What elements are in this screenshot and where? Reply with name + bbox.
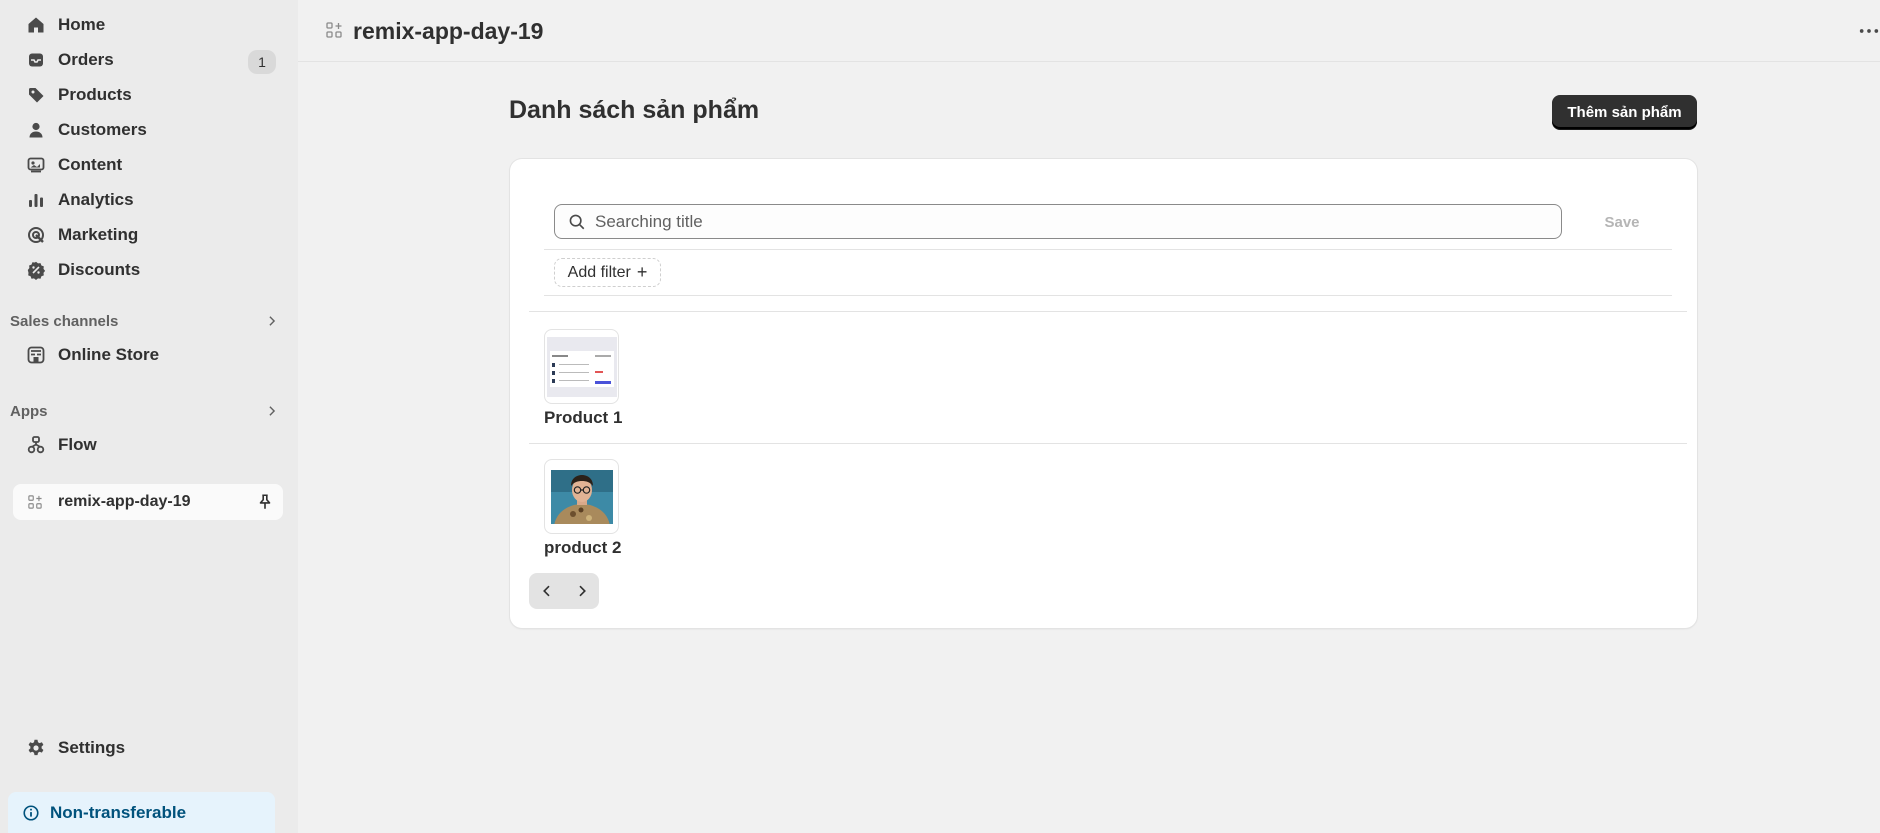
apps-heading[interactable]: Apps (10, 399, 286, 423)
store-icon (24, 343, 48, 367)
orders-count-badge: 1 (248, 50, 276, 74)
bar-chart-icon (24, 188, 48, 212)
plus-icon: + (636, 262, 648, 282)
chevron-right-icon (262, 311, 282, 331)
sidebar-item-home[interactable]: Home (12, 8, 282, 42)
discount-icon (24, 258, 48, 282)
sidebar-item-label: Discounts (58, 260, 141, 279)
divider (529, 443, 1687, 444)
sales-channels-heading[interactable]: Sales channels (10, 309, 286, 333)
product-name: product 2 (544, 538, 622, 557)
list-item[interactable]: Product 1 (544, 329, 622, 428)
apps-label: Apps (10, 402, 48, 420)
pagination (529, 573, 599, 609)
sidebar-item-products[interactable]: Products (12, 78, 282, 112)
sidebar-item-label: Marketing (58, 225, 139, 244)
app-title-bar: remix-app-day-19 (298, 0, 1880, 62)
chevron-right-icon (262, 401, 282, 421)
ellipsis-icon[interactable] (1852, 20, 1880, 42)
sidebar-item-analytics[interactable]: Analytics (12, 183, 282, 217)
home-icon (24, 13, 48, 37)
page-title: Danh sách sản phẩm (509, 96, 760, 124)
non-transferable-label: Non-transferable (50, 802, 187, 822)
sidebar-item-settings[interactable]: Settings (12, 731, 282, 765)
sidebar-item-label: Products (58, 85, 132, 104)
save-button[interactable]: Save (1587, 208, 1657, 236)
sidebar-item-label: Home (58, 15, 106, 34)
sidebar-item-customers[interactable]: Customers (12, 113, 282, 147)
product-name: Product 1 (544, 408, 623, 427)
search-field[interactable] (554, 204, 1562, 239)
add-product-button[interactable]: Thêm sản phẩm (1552, 95, 1697, 129)
sidebar-item-marketing[interactable]: Marketing (12, 218, 282, 252)
pin-icon[interactable] (255, 492, 275, 512)
sidebar-item-label: Analytics (58, 190, 134, 209)
pinned-app-label: remix-app-day-19 (58, 493, 191, 510)
divider (529, 311, 1687, 312)
list-item[interactable]: product 2 (544, 459, 621, 558)
pinned-app-remix-app-day-19[interactable]: remix-app-day-19 (13, 484, 283, 520)
product-list-card: Save Add filter + Product 1 (510, 159, 1697, 628)
next-page-button[interactable] (564, 573, 599, 609)
flow-icon (24, 433, 48, 457)
add-filter-button[interactable]: Add filter + (554, 258, 661, 287)
gear-icon (24, 736, 48, 760)
sales-channels-label: Sales channels (10, 312, 119, 330)
tag-icon (24, 83, 48, 107)
sidebar-item-content[interactable]: Content (12, 148, 282, 182)
sidebar-item-label: Settings (58, 738, 126, 757)
search-input[interactable] (595, 211, 1535, 232)
add-filter-label: Add filter (567, 263, 631, 281)
sidebar-item-label: Orders (58, 50, 114, 69)
sidebar-item-discounts[interactable]: Discounts (12, 253, 282, 287)
product-thumbnail (544, 459, 619, 534)
target-icon (24, 223, 48, 247)
chevron-right-icon (578, 585, 586, 597)
chevron-left-icon (542, 585, 550, 597)
product-thumbnail (544, 329, 619, 404)
sidebar-item-label: Customers (58, 120, 147, 139)
orders-icon (24, 48, 48, 72)
previous-page-button[interactable] (529, 573, 564, 609)
sidebar-item-label: Flow (58, 435, 97, 454)
app-grid-icon (326, 22, 342, 38)
sidebar: Home Orders 1 Products Customers Content… (0, 0, 298, 833)
content-icon (24, 153, 48, 177)
sidebar-item-label: Online Store (58, 345, 160, 364)
divider (544, 249, 1672, 250)
sidebar-item-online-store[interactable]: Online Store (12, 338, 282, 372)
sidebar-item-orders[interactable]: Orders 1 (12, 43, 282, 77)
app-title: remix-app-day-19 (353, 18, 544, 44)
divider (544, 295, 1672, 296)
search-icon (567, 212, 587, 232)
sidebar-item-flow[interactable]: Flow (12, 428, 282, 462)
non-transferable-banner[interactable]: Non-transferable (8, 792, 275, 833)
info-icon (21, 803, 41, 823)
app-grid-icon (25, 492, 45, 512)
person-icon (24, 118, 48, 142)
sidebar-item-label: Content (58, 155, 123, 174)
